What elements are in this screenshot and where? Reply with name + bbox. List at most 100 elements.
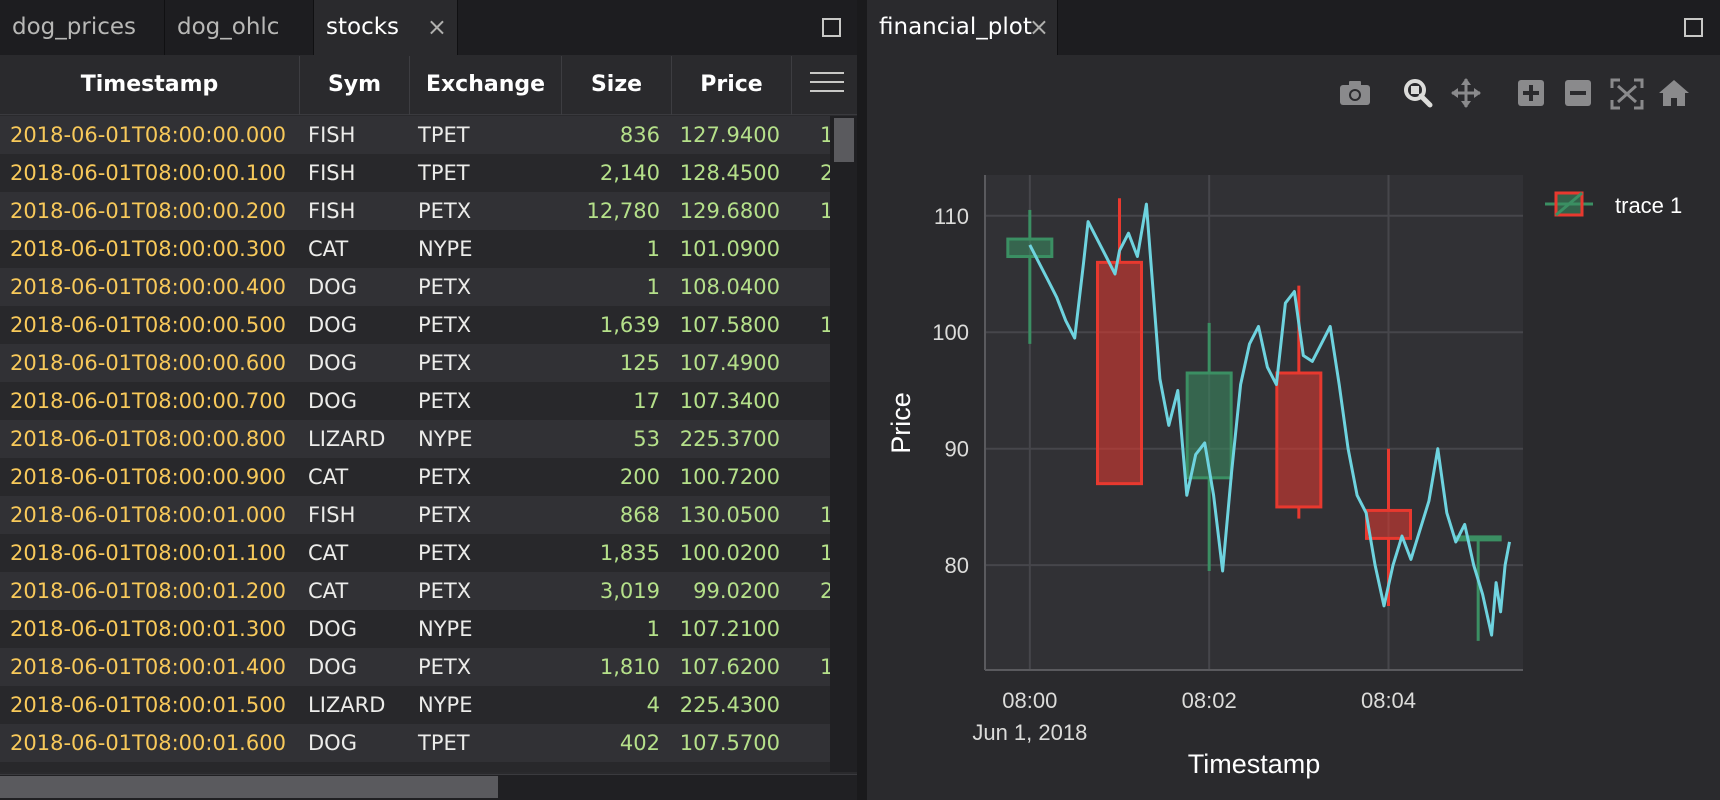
table-row[interactable]: 2018-06-01T08:00:00.000 FISH TPET 836 127.94… <box>0 116 830 154</box>
timestamp-cell: 2018-06-01T08:00:00.800 <box>10 427 286 451</box>
maximize-icon[interactable] <box>822 18 841 37</box>
overflow-cell: 1 <box>820 123 830 147</box>
table-row[interactable]: 2018-06-01T08:00:00.100 FISH TPET 2,140 128.… <box>0 154 830 192</box>
y-tick-label: 100 <box>932 320 969 345</box>
column-header-sym[interactable]: Sym <box>300 56 410 115</box>
table-row[interactable]: 2018-06-01T08:00:00.800 LIZARD NYPE 53 225.3… <box>0 420 830 458</box>
candle-body <box>1096 260 1143 486</box>
size-cell: 100 <box>540 762 660 772</box>
column-menu-icon[interactable] <box>810 72 844 96</box>
table-row[interactable]: 2018-06-01T08:00:01.600 DOG TPET 402 107.570… <box>0 724 830 762</box>
y-tick-label: 110 <box>934 204 969 229</box>
vertical-scroll-thumb[interactable] <box>834 118 854 162</box>
candlestick-chart: 80 90 100 110 08:00 08:02 08:04 Jun 1, 2018 tra… <box>886 175 1682 779</box>
financial-plot-pane: financial_plot × 80 90 100 110 08:00 08:… <box>867 0 1720 800</box>
timestamp-cell: 2018-06-01T08:00:01.400 <box>10 655 286 679</box>
sym-cell: CAT <box>308 465 349 489</box>
sym-cell: FISH <box>308 161 356 185</box>
table-row[interactable]: 2018-06-01T08:00:01.500 LIZARD NYPE 4 225.43… <box>0 686 830 724</box>
price-cell: 100.0200 <box>679 541 780 565</box>
size-cell: 17 <box>633 389 660 413</box>
grid-header: Timestamp Sym Exchange Size Price <box>0 56 857 115</box>
size-cell: 125 <box>619 351 660 375</box>
vertical-scrollbar[interactable] <box>830 116 857 772</box>
exchange-cell: PETX <box>418 313 472 337</box>
column-header-exchange[interactable]: Exchange <box>410 56 562 115</box>
sym-cell: DOG <box>308 313 357 337</box>
exchange-cell: PETX <box>418 655 472 679</box>
overflow-cell: 1 <box>820 541 830 565</box>
timestamp-cell: 2018-06-01T08:00:00.500 <box>10 313 286 337</box>
x-tick-sublabel: Jun 1, 2018 <box>972 720 1087 745</box>
table-body: 2018-06-01T08:00:00.000 FISH TPET 836 127.94… <box>0 116 830 772</box>
table-row[interactable]: 2018-06-01T08:00:01.700 FISH NYPE 100 128.56… <box>0 762 830 772</box>
exchange-cell: TPET <box>418 731 470 755</box>
sym-cell: DOG <box>308 351 357 375</box>
price-cell: 128.5600 <box>668 762 780 772</box>
candle-body <box>1275 371 1323 509</box>
tab-label: stocks <box>326 14 400 40</box>
pane-splitter[interactable] <box>857 0 867 800</box>
y-tick-label: 90 <box>945 437 969 462</box>
size-cell: 1,835 <box>599 541 660 565</box>
sym-cell: FISH <box>308 123 356 147</box>
legend[interactable]: trace 1 <box>1545 191 1682 218</box>
table-row[interactable]: 2018-06-01T08:00:00.200 FISH PETX 12,780 129… <box>0 192 830 230</box>
size-cell: 1,810 <box>599 655 660 679</box>
table-row[interactable]: 2018-06-01T08:00:00.400 DOG PETX 1 108.0400 <box>0 268 830 306</box>
timestamp-cell: 2018-06-01T08:00:01.500 <box>10 693 286 717</box>
table-row[interactable]: 2018-06-01T08:00:00.500 DOG PETX 1,639 107.5… <box>0 306 830 344</box>
size-cell: 12,780 <box>586 199 660 223</box>
timestamp-cell: 2018-06-01T08:00:00.400 <box>10 275 286 299</box>
timestamp-cell: 2018-06-01T08:00:00.600 <box>10 351 286 375</box>
table-row[interactable]: 2018-06-01T08:00:00.700 DOG PETX 17 107.3400 <box>0 382 830 420</box>
overflow-cell: 2 <box>820 579 830 603</box>
price-cell: 108.0400 <box>679 275 780 299</box>
table-row[interactable]: 2018-06-01T08:00:00.900 CAT PETX 200 100.720… <box>0 458 830 496</box>
exchange-cell: PETX <box>418 275 472 299</box>
price-cell: 107.6200 <box>679 655 780 679</box>
plot-area[interactable] <box>985 175 1523 670</box>
timestamp-cell: 2018-06-01T08:00:00.000 <box>10 123 286 147</box>
exchange-cell: PETX <box>418 199 472 223</box>
exchange-cell: NYPE <box>418 427 473 451</box>
tab-stocks[interactable]: stocks × <box>314 0 458 55</box>
tab-dog-ohlc[interactable]: dog_ohlc <box>165 0 314 55</box>
table-row[interactable]: 2018-06-01T08:00:01.100 CAT PETX 1,835 100.0… <box>0 534 830 572</box>
sym-cell: CAT <box>308 579 349 603</box>
table-row[interactable]: 2018-06-01T08:00:00.300 CAT NYPE 1 101.0900 <box>0 230 830 268</box>
table-row[interactable]: 2018-06-01T08:00:01.300 DOG NYPE 1 107.2100 <box>0 610 830 648</box>
close-icon[interactable]: × <box>427 0 447 54</box>
overflow-cell: 1 <box>820 655 830 679</box>
price-cell: 99.0200 <box>693 579 780 603</box>
size-cell: 1 <box>646 237 660 261</box>
column-header-price[interactable]: Price <box>672 56 792 115</box>
table-row[interactable]: 2018-06-01T08:00:00.600 DOG PETX 125 107.490… <box>0 344 830 382</box>
price-cell: 128.4500 <box>679 161 780 185</box>
table-row[interactable]: 2018-06-01T08:00:01.200 CAT PETX 3,019 99.02… <box>0 572 830 610</box>
overflow-cell: 1,6 <box>820 199 830 223</box>
sym-cell: CAT <box>308 237 349 261</box>
x-tick-label: 08:00 <box>1002 688 1057 713</box>
table-row[interactable]: 2018-06-01T08:00:01.000 FISH PETX 868 130.05… <box>0 496 830 534</box>
x-tick-label: 08:04 <box>1361 688 1416 713</box>
exchange-cell: TPET <box>418 161 470 185</box>
exchange-cell: PETX <box>418 541 472 565</box>
price-cell: 107.3400 <box>679 389 780 413</box>
timestamp-cell: 2018-06-01T08:00:00.100 <box>10 161 286 185</box>
size-cell: 200 <box>619 465 660 489</box>
sym-cell: DOG <box>308 389 357 413</box>
tab-label: dog_prices <box>12 14 136 40</box>
table-row[interactable]: 2018-06-01T08:00:01.400 DOG PETX 1,810 107.6… <box>0 648 830 686</box>
column-header-size[interactable]: Size <box>562 56 672 115</box>
horizontal-scroll-thumb[interactable] <box>0 776 498 798</box>
exchange-cell: PETX <box>418 351 472 375</box>
x-tick-label: 08:02 <box>1182 688 1237 713</box>
column-header-timestamp[interactable]: Timestamp <box>0 56 300 115</box>
overflow-cell: 1 <box>820 313 830 337</box>
timestamp-cell: 2018-06-01T08:00:00.300 <box>10 237 286 261</box>
timestamp-cell: 2018-06-01T08:00:01.700 <box>10 762 286 772</box>
exchange-cell: TPET <box>418 123 470 147</box>
exchange-cell: NYPE <box>418 762 472 772</box>
tab-dog-prices[interactable]: dog_prices <box>0 0 165 55</box>
